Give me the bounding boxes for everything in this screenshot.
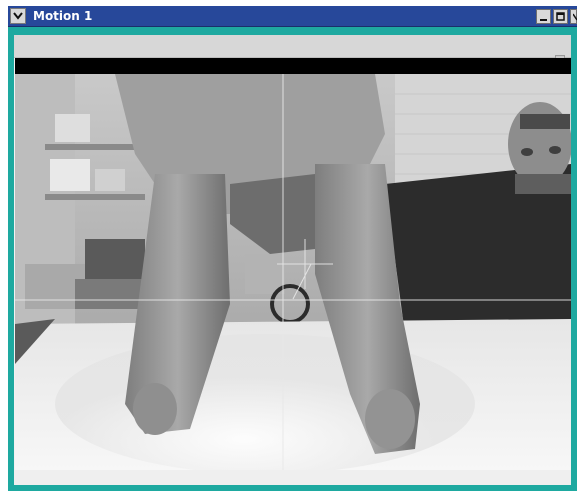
bottom-strip xyxy=(14,470,571,485)
right-fingernail xyxy=(365,389,415,449)
motion-window: Motion 1 xyxy=(8,6,577,491)
window-title: Motion 1 xyxy=(33,9,93,23)
left-fingernail xyxy=(133,383,177,435)
close-button[interactable] xyxy=(570,9,577,24)
camera-image xyxy=(15,74,571,470)
minimize-button[interactable] xyxy=(536,9,551,24)
window-content xyxy=(14,35,571,485)
title-bar[interactable]: Motion 1 xyxy=(8,6,577,27)
toolbar-strip xyxy=(14,35,571,58)
close-icon xyxy=(573,13,577,21)
maximize-button[interactable] xyxy=(553,9,568,24)
video-letterbox xyxy=(15,58,571,74)
video-feed[interactable] xyxy=(15,74,571,470)
window-menu-button[interactable] xyxy=(10,8,26,24)
window-menu-icon xyxy=(13,12,23,20)
minimize-icon xyxy=(540,19,547,21)
maximize-icon xyxy=(556,12,565,21)
